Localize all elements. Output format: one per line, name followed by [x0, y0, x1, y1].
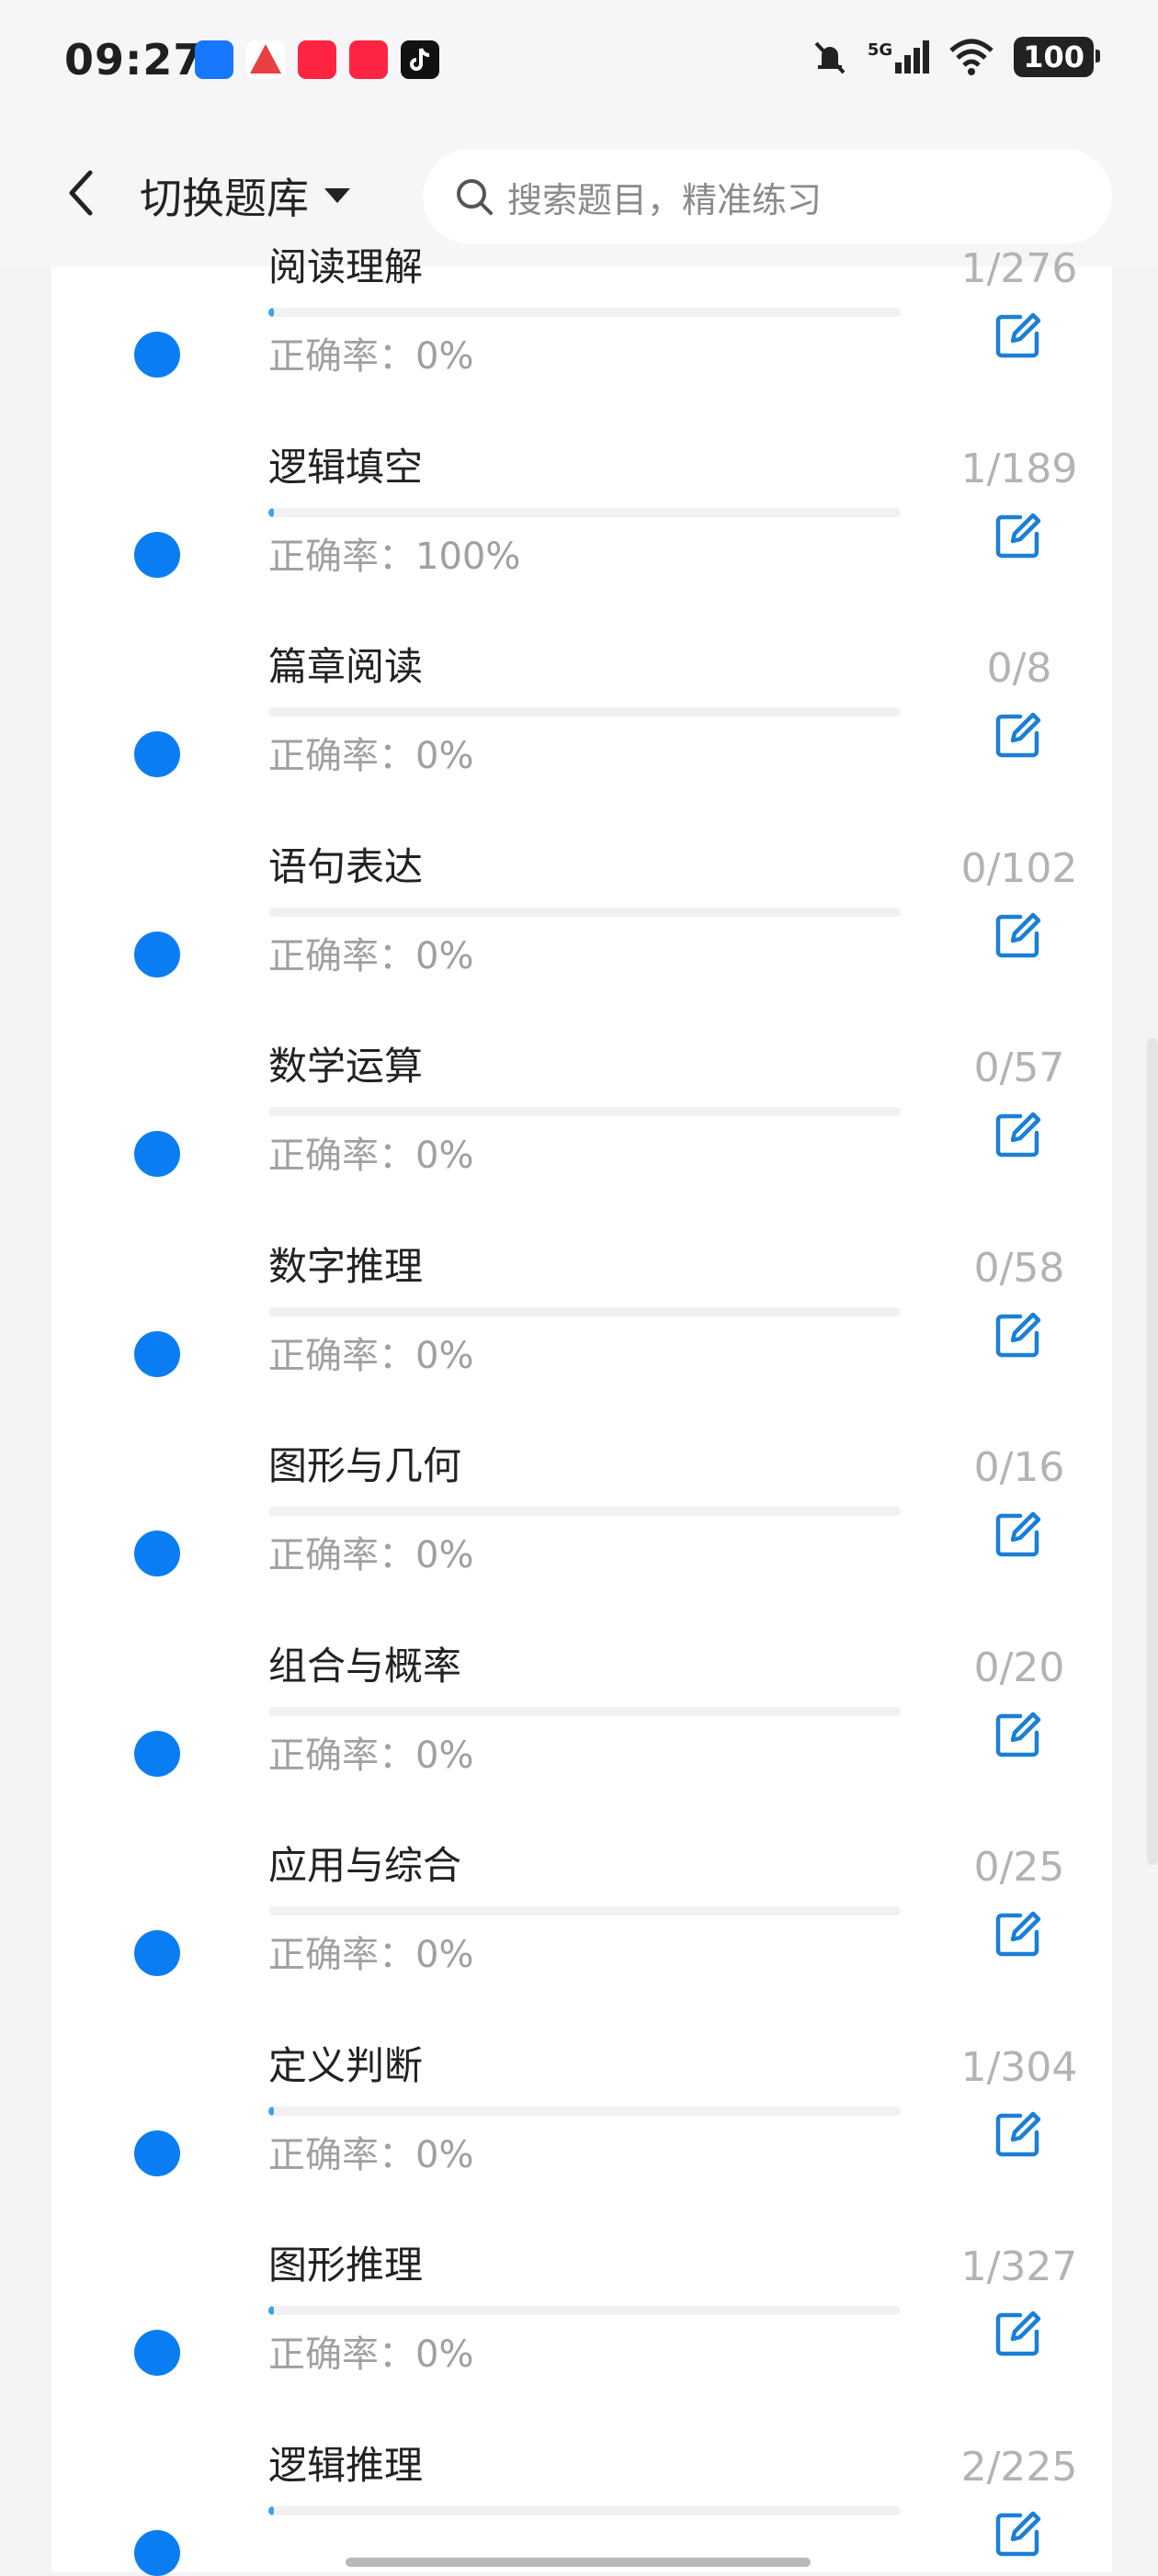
category-row[interactable]: 图形与几何 正确率：0% 0/16	[51, 1369, 1112, 1576]
xiaohongshu-app-icon	[298, 40, 336, 79]
category-title: 应用与综合	[268, 1843, 462, 1888]
category-count: 0/20	[973, 1644, 1065, 1691]
category-progress-bar	[268, 1107, 901, 1116]
category-count: 1/304	[960, 2043, 1078, 2091]
category-row[interactable]: 应用与综合 正确率：0% 0/25	[51, 1768, 1112, 1976]
category-row[interactable]: 数字推理 正确率：0% 0/58	[51, 1169, 1112, 1377]
network-label: 5G	[867, 40, 893, 60]
category-progress-bar	[268, 1906, 901, 1915]
category-title: 图形推理	[268, 2243, 424, 2288]
practice-edit-button[interactable]	[982, 499, 1055, 572]
status-time: 09:27	[64, 35, 204, 85]
edit-icon	[995, 312, 1041, 358]
practice-edit-button[interactable]	[982, 1497, 1055, 1571]
category-progress-bar	[268, 308, 901, 317]
category-count: 1/276	[960, 245, 1078, 292]
category-title: 逻辑推理	[268, 2442, 424, 2488]
category-title: 逻辑填空	[268, 444, 424, 490]
category-progress-fill	[268, 2106, 275, 2116]
practice-edit-button[interactable]	[982, 698, 1055, 772]
battery-indicator: 100	[1014, 37, 1100, 77]
category-progress-bar	[268, 2106, 901, 2116]
practice-edit-button[interactable]	[982, 2297, 1055, 2370]
category-progress-fill	[268, 2505, 275, 2515]
category-row[interactable]: 篇章阅读 正确率：0% 0/8	[51, 570, 1112, 777]
category-row[interactable]: 阅读理解 正确率：0% 1/276	[51, 170, 1112, 378]
edit-icon	[995, 1312, 1041, 1357]
category-row[interactable]: 逻辑推理 2/225	[51, 2368, 1112, 2576]
mute-bell-icon	[814, 41, 846, 74]
category-progress-bar	[268, 1306, 901, 1316]
category-row[interactable]: 语句表达 正确率：0% 0/102	[51, 770, 1112, 977]
system-icons: 5G 100	[811, 37, 1100, 77]
category-list-card: 阅读理解 正确率：0% 1/276 逻辑填空 正确率：100% 1/189 篇章阅读 正确率：…	[51, 244, 1112, 2576]
category-title: 语句表达	[268, 843, 424, 889]
category-progress-bar	[268, 2306, 901, 2315]
practice-edit-button[interactable]	[982, 1098, 1055, 1171]
wifi-icon	[949, 39, 993, 75]
category-count: 0/57	[973, 1045, 1065, 1091]
category-title: 图形与几何	[268, 1443, 462, 1488]
scrollbar[interactable]	[1147, 1038, 1158, 1865]
category-count: 1/189	[960, 445, 1078, 492]
category-title: 组合与概率	[268, 1643, 462, 1689]
category-progress-bar	[268, 1706, 901, 1716]
practice-edit-button[interactable]	[982, 2097, 1055, 2171]
category-progress-bar	[268, 907, 901, 917]
category-count: 0/25	[973, 1844, 1065, 1891]
category-progress-bar	[268, 2505, 901, 2515]
category-progress-fill	[268, 308, 275, 317]
category-count: 2/225	[960, 2443, 1078, 2491]
edit-icon	[995, 513, 1041, 558]
category-count: 0/58	[973, 1244, 1065, 1292]
category-progress-fill	[268, 507, 275, 517]
practice-edit-button[interactable]	[982, 1298, 1055, 1372]
category-title: 篇章阅读	[268, 644, 424, 689]
xiaohongshu-app-icon	[349, 40, 388, 79]
category-row[interactable]: 数学运算 正确率：0% 0/57	[51, 969, 1112, 1177]
practice-edit-button[interactable]	[982, 898, 1055, 972]
category-count: 0/102	[960, 844, 1078, 892]
edit-icon	[995, 2310, 1041, 2356]
practice-edit-button[interactable]	[982, 2497, 1055, 2570]
practice-edit-button[interactable]	[982, 1698, 1055, 1771]
tiktok-app-icon	[401, 40, 439, 79]
category-count: 0/16	[973, 1444, 1065, 1491]
home-indicator[interactable]	[346, 2558, 811, 2567]
category-title: 数字推理	[268, 1243, 424, 1289]
edit-icon	[995, 2111, 1041, 2156]
notification-icons	[195, 40, 439, 79]
category-row[interactable]: 定义判断 正确率：0% 1/304	[51, 1969, 1112, 2176]
edit-icon	[995, 1712, 1041, 1757]
edit-icon	[995, 1911, 1041, 1957]
category-count: 0/8	[986, 645, 1052, 692]
edit-icon	[995, 1112, 1041, 1158]
edit-icon	[995, 912, 1041, 957]
category-row[interactable]: 图形推理 正确率：0% 1/327	[51, 2168, 1112, 2376]
practice-edit-button[interactable]	[982, 1897, 1055, 1971]
signal-icon: 5G	[867, 40, 930, 73]
category-progress-bar	[268, 707, 901, 717]
practice-edit-button[interactable]	[982, 299, 1055, 372]
status-bar: 09:27 5G 100	[0, 0, 1158, 129]
edit-icon	[995, 2511, 1041, 2556]
category-count: 1/327	[960, 2243, 1078, 2290]
alipay-app-icon	[195, 40, 233, 79]
category-row[interactable]: 组合与概率 正确率：0% 0/20	[51, 1569, 1112, 1777]
pinduoduo-app-icon	[246, 40, 285, 79]
category-row[interactable]: 逻辑填空 正确率：100% 1/189	[51, 370, 1112, 578]
category-title: 定义判断	[268, 2042, 424, 2088]
edit-icon	[995, 1511, 1041, 1557]
category-progress-bar	[268, 507, 901, 517]
category-dot-icon	[134, 2529, 180, 2576]
category-progress-bar	[268, 1507, 901, 1516]
edit-icon	[995, 712, 1041, 758]
category-title: 阅读理解	[268, 244, 424, 289]
category-title: 数学运算	[268, 1044, 424, 1089]
category-progress-fill	[268, 2306, 275, 2315]
